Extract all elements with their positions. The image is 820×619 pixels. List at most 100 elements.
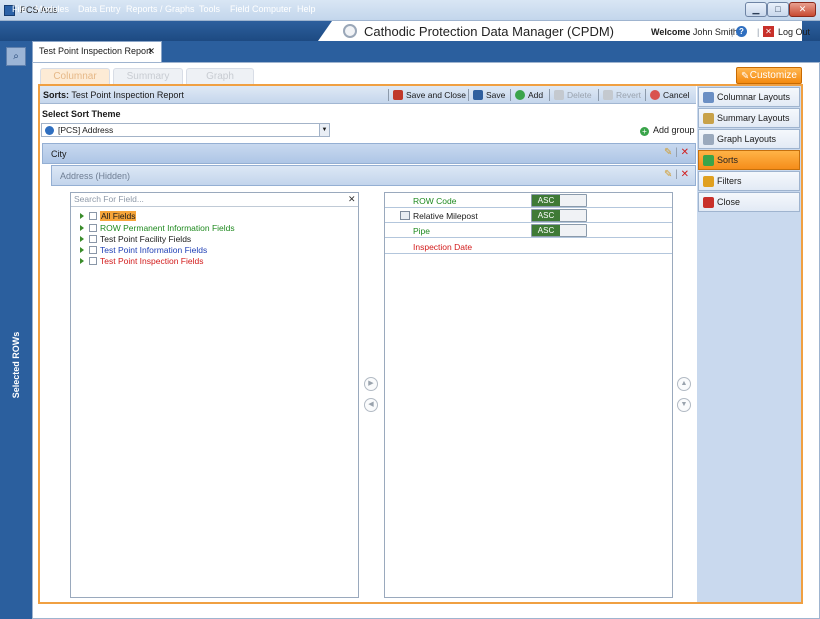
group-label: City	[51, 149, 67, 159]
group-address[interactable]: Address (Hidden) ✎ | ✕	[51, 165, 696, 186]
logout-link[interactable]: Log Out	[778, 27, 810, 37]
logout-icon[interactable]: ✕	[763, 26, 774, 37]
tree-item-all-fields[interactable]: All Fields	[80, 211, 137, 221]
sort-field-label: Inspection Date	[413, 242, 473, 252]
checkbox[interactable]	[89, 235, 97, 243]
selected-rows-label: Selected ROWs	[11, 331, 21, 399]
chevron-down-icon[interactable]: ▼	[319, 124, 329, 136]
add-group-button[interactable]: + Add group	[640, 125, 695, 136]
save-and-close-label: Save and Close	[406, 90, 467, 100]
selected-rows-panel-toggle[interactable]: Selected ROWs	[2, 330, 30, 400]
group-tools: ✎ | ✕	[664, 147, 689, 158]
wrench-icon: ✎	[741, 71, 750, 82]
sort-order-label: ASC	[532, 195, 560, 206]
tree-item-label: All Fields	[100, 211, 137, 221]
tree-item-row-permanent[interactable]: ROW Permanent Information Fields	[80, 223, 235, 233]
sort-theme-select[interactable]: [PCS] Address	[41, 123, 330, 137]
menu-data-entry[interactable]: Data Entry	[78, 4, 121, 14]
close-icon	[703, 197, 714, 208]
checkbox[interactable]	[89, 257, 97, 265]
sort-row-row-code[interactable]: ROW Code ASC	[385, 193, 672, 208]
close-window-button[interactable]: ✕	[789, 2, 816, 17]
sort-row-inspection-date[interactable]: Inspection Date	[385, 239, 672, 254]
tab-columnar[interactable]: Columnar	[40, 68, 110, 84]
cancel-icon	[650, 90, 660, 100]
tab-graph[interactable]: Graph	[186, 68, 254, 84]
minimize-button[interactable]: ▁	[745, 2, 767, 17]
add-label: Add	[528, 90, 544, 100]
tab-test-point-inspection-report[interactable]: Test Point Inspection Report ✕	[32, 41, 162, 62]
globe-icon	[45, 126, 54, 135]
group-city[interactable]: City ✎ | ✕	[42, 143, 696, 164]
checkbox[interactable]	[89, 224, 97, 232]
search-icon[interactable]: ⌕	[6, 47, 26, 66]
help-icon[interactable]: ?	[736, 26, 747, 37]
group-tools: ✎ | ✕	[664, 169, 689, 180]
delete-button[interactable]: Delete	[554, 90, 592, 100]
graph-icon	[703, 134, 714, 145]
add-icon	[515, 90, 525, 100]
tree-item-inspection[interactable]: Test Point Inspection Fields	[80, 256, 203, 266]
menu-help[interactable]: Help	[297, 4, 316, 14]
sidebar-item-close[interactable]: Close	[698, 192, 800, 212]
sidebar-item-graph-layouts[interactable]: Graph Layouts	[698, 129, 800, 149]
tree-item-facility[interactable]: Test Point Facility Fields	[80, 234, 191, 244]
move-down-icon[interactable]: ▼	[677, 398, 691, 412]
save-close-icon	[393, 90, 403, 100]
sort-order-toggle[interactable]: ASC	[531, 194, 587, 207]
save-and-close-button[interactable]: Save and Close	[393, 90, 466, 100]
menu-field-computer[interactable]: Field Computer	[230, 4, 292, 14]
separator: |	[757, 27, 760, 37]
sort-order-toggle[interactable]: ASC	[531, 224, 587, 237]
tree-item-label: ROW Permanent Information Fields	[100, 223, 235, 233]
menu-tools[interactable]: Tools	[199, 4, 220, 14]
checkbox[interactable]	[89, 246, 97, 254]
expand-icon[interactable]	[80, 225, 84, 231]
sidebar-item-summary-layouts[interactable]: Summary Layouts	[698, 108, 800, 128]
move-up-icon[interactable]: ▲	[677, 377, 691, 391]
add-button[interactable]: Add	[515, 90, 543, 100]
sorts-name: Test Point Inspection Report	[71, 90, 184, 100]
toolbar-separator	[388, 89, 389, 101]
expand-icon[interactable]	[80, 258, 84, 264]
cancel-button[interactable]: Cancel	[650, 90, 689, 100]
customize-button[interactable]: ✎ Customize	[736, 67, 802, 84]
clear-search-icon[interactable]: ✕	[348, 194, 356, 205]
field-search-input[interactable]: Search For Field...	[71, 193, 358, 207]
remove-icon[interactable]: ✕	[681, 169, 689, 180]
tree-item-label: Test Point Inspection Fields	[100, 256, 204, 266]
edit-icon[interactable]: ✎	[664, 169, 672, 180]
maximize-button[interactable]: □	[767, 2, 789, 17]
menu-file[interactable]: File	[12, 4, 27, 14]
title-bar	[0, 0, 820, 21]
save-label: Save	[486, 90, 506, 100]
tab-close-icon[interactable]: ✕	[147, 46, 155, 57]
delete-icon	[554, 90, 564, 100]
welcome-label: Welcome	[651, 27, 691, 37]
revert-label: Revert	[616, 90, 642, 100]
remove-icon[interactable]: ✕	[681, 147, 689, 158]
sidebar-item-filters[interactable]: Filters	[698, 171, 800, 191]
revert-button[interactable]: Revert	[603, 90, 641, 100]
edit-icon[interactable]: ✎	[664, 147, 672, 158]
save-button[interactable]: Save	[473, 90, 505, 100]
move-left-icon[interactable]: ◀	[364, 398, 378, 412]
sort-order-toggle[interactable]: ASC	[531, 209, 587, 222]
tree-item-label: Test Point Facility Fields	[100, 234, 192, 244]
sort-icon	[703, 155, 714, 166]
sidebar-item-columnar-layouts[interactable]: Columnar Layouts	[698, 87, 800, 107]
cpdm-logo-icon	[343, 24, 357, 38]
menu-reports-graphs[interactable]: Reports / Graphs	[126, 4, 195, 14]
columns-icon	[703, 92, 714, 103]
menu-modules[interactable]: Modules	[35, 4, 69, 14]
expand-icon[interactable]	[80, 236, 84, 242]
sort-row-relative-milepost[interactable]: Relative Milepost ASC	[385, 208, 672, 223]
expand-icon[interactable]	[80, 213, 84, 219]
tab-summary[interactable]: Summary	[113, 68, 183, 84]
sort-row-pipe[interactable]: Pipe ASC	[385, 223, 672, 238]
expand-icon[interactable]	[80, 247, 84, 253]
sidebar-item-sorts[interactable]: Sorts	[698, 150, 800, 170]
move-right-icon[interactable]: ▶	[364, 377, 378, 391]
tree-item-information[interactable]: Test Point Information Fields	[80, 245, 207, 255]
checkbox[interactable]	[89, 212, 97, 220]
